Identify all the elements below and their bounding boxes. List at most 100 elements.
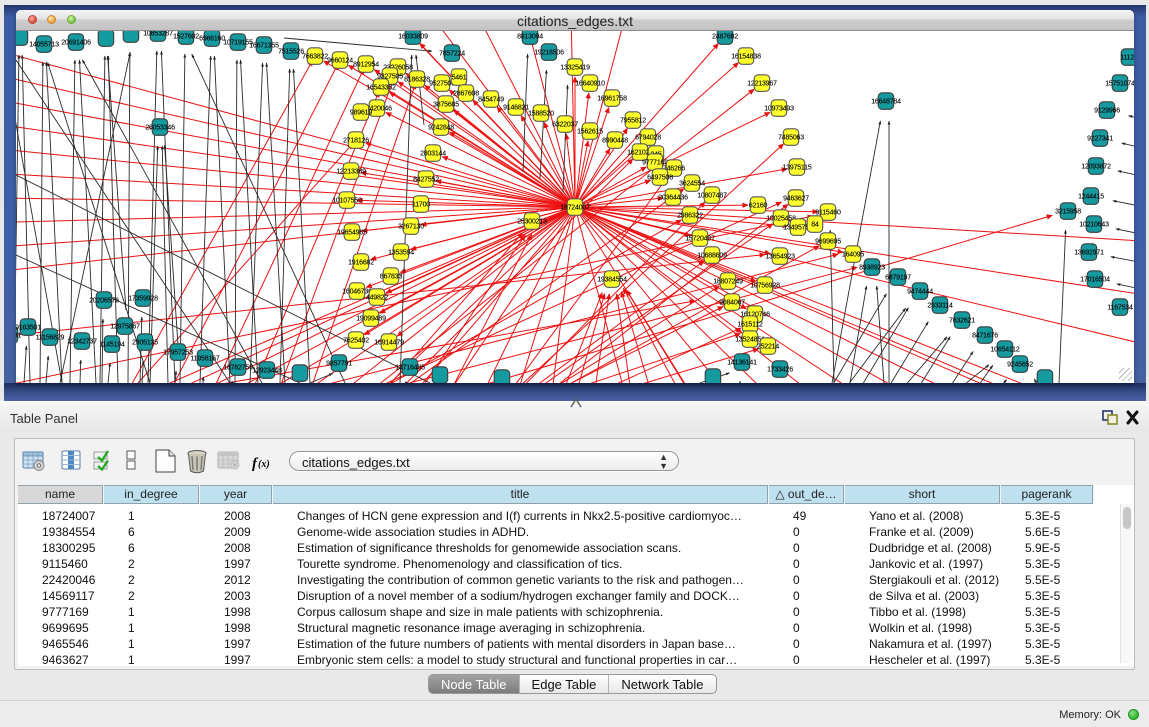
svg-text:25300213: 25300213 (517, 218, 547, 225)
svg-text:15720407: 15720407 (685, 235, 715, 242)
svg-text:8938923: 8938923 (859, 264, 885, 271)
svg-text:10807487: 10807487 (697, 192, 727, 199)
svg-text:26053346: 26053346 (145, 124, 175, 131)
svg-text:8454749: 8454749 (478, 96, 504, 103)
svg-text:19384554: 19384554 (597, 276, 627, 283)
svg-text:17957253: 17957253 (163, 349, 193, 356)
svg-text:7663822: 7663822 (302, 53, 328, 60)
svg-text:1733426: 1733426 (767, 366, 793, 373)
svg-text:12923448: 12923448 (252, 367, 282, 374)
svg-text:13325419: 13325419 (560, 64, 590, 71)
svg-text:13692971: 13692971 (1074, 249, 1104, 256)
svg-text:16782759: 16782759 (223, 364, 253, 371)
svg-text:10688609: 10688609 (697, 252, 727, 259)
svg-text:13654923: 13654923 (765, 253, 795, 260)
svg-text:14055713: 14055713 (29, 41, 59, 48)
svg-text:2933114: 2933114 (927, 302, 953, 309)
svg-text:19654985: 19654985 (337, 229, 367, 236)
svg-text:16648784: 16648784 (871, 98, 901, 105)
svg-text:20364436: 20364436 (658, 194, 688, 201)
svg-text:6966160: 6966160 (199, 35, 225, 42)
svg-text:9857791: 9857791 (326, 360, 352, 367)
svg-text:11700: 11700 (412, 201, 430, 208)
svg-text:2718126: 2718126 (343, 137, 369, 144)
svg-text:9463627: 9463627 (783, 195, 809, 202)
svg-text:16671355: 16671355 (249, 42, 279, 49)
svg-text:2905135: 2905135 (132, 339, 158, 346)
svg-text:19099489: 19099489 (356, 315, 386, 322)
svg-text:9227341: 9227341 (1087, 135, 1113, 142)
svg-text:10107550: 10107550 (332, 197, 362, 204)
svg-text:10973493: 10973493 (764, 105, 794, 112)
svg-text:252214: 252214 (757, 343, 779, 350)
svg-text:10853287: 10853287 (143, 31, 173, 37)
svg-text:20206576: 20206576 (89, 297, 119, 304)
svg-text:7955812: 7955812 (620, 117, 646, 124)
svg-text:12975867: 12975867 (110, 323, 140, 330)
svg-text:11123: 11123 (1120, 54, 1134, 61)
svg-text:1527602: 1527602 (173, 33, 199, 40)
svg-text:6879197: 6879197 (885, 274, 911, 281)
svg-text:16640910: 16640910 (575, 80, 605, 87)
svg-text:9163501: 9163501 (16, 324, 41, 331)
svg-text:1244415: 1244415 (1078, 193, 1104, 200)
svg-text:(x): (x) (258, 459, 270, 470)
svg-text:6794028: 6794028 (635, 134, 661, 141)
svg-text:9146821: 9146821 (503, 104, 529, 111)
svg-text:8990448: 8990448 (602, 137, 628, 144)
svg-text:16154838: 16154838 (731, 53, 761, 60)
svg-text:8912954: 8912954 (353, 61, 379, 68)
svg-text:9242848: 9242848 (428, 124, 454, 131)
svg-text:7632621: 7632621 (949, 317, 975, 324)
svg-text:1167534: 1167534 (1107, 304, 1133, 311)
svg-text:11958167: 11958167 (190, 355, 219, 362)
svg-text:867833: 867833 (380, 273, 402, 280)
svg-text:10756928: 10756928 (750, 282, 780, 289)
svg-text:2986322: 2986322 (677, 212, 703, 219)
svg-text:17359928: 17359928 (128, 295, 158, 302)
svg-text:11156829: 11156829 (36, 334, 65, 341)
svg-text:164095: 164095 (842, 251, 864, 258)
svg-text:8427552: 8427552 (413, 176, 439, 183)
svg-text:3875685: 3875685 (433, 101, 459, 108)
svg-text:7857224: 7857224 (439, 50, 465, 57)
svg-text:989619: 989619 (350, 109, 372, 116)
svg-text:9129966: 9129966 (1094, 107, 1120, 114)
svg-text:19218506: 19218506 (534, 49, 564, 56)
svg-text:15751074: 15751074 (1105, 80, 1134, 87)
svg-text:3624554: 3624554 (679, 180, 705, 187)
svg-text:62160: 62160 (749, 202, 768, 209)
svg-text:12093872: 12093872 (1081, 163, 1111, 170)
svg-text:7625402: 7625402 (343, 337, 369, 344)
svg-text:10654112: 10654112 (990, 346, 1019, 353)
svg-text:84: 84 (811, 221, 819, 228)
svg-text:449822: 449822 (366, 294, 388, 301)
svg-text:2487682: 2487682 (712, 33, 738, 40)
svg-text:3215958: 3215958 (1055, 208, 1081, 215)
svg-text:2867608: 2867608 (453, 90, 479, 97)
svg-text:9699695: 9699695 (815, 238, 841, 245)
svg-text:18807249: 18807249 (713, 278, 743, 285)
svg-text:12213389: 12213389 (336, 168, 366, 175)
svg-text:13716485: 13716485 (395, 364, 425, 371)
svg-text:9474444: 9474444 (907, 288, 933, 295)
svg-text:16033809: 16033809 (398, 33, 428, 40)
svg-text:16914479: 16914479 (374, 339, 404, 346)
svg-text:18724007: 18724007 (560, 204, 590, 211)
svg-text:10210643: 10210643 (1079, 221, 1109, 228)
svg-text:1916682: 1916682 (348, 259, 374, 266)
svg-text:16543362: 16543362 (366, 84, 396, 91)
svg-text:6322037: 6322037 (552, 121, 578, 128)
svg-text:7515526: 7515526 (278, 48, 304, 55)
svg-text:12342737: 12342737 (67, 338, 97, 345)
svg-text:9245652: 9245652 (1007, 361, 1033, 368)
svg-text:1562615: 1562615 (577, 128, 603, 135)
svg-text:13975115: 13975115 (782, 164, 811, 171)
svg-text:8471676: 8471676 (972, 332, 998, 339)
svg-text:3267130: 3267130 (398, 223, 424, 230)
svg-text:1353594: 1353594 (388, 249, 414, 256)
svg-text:2803144: 2803144 (420, 150, 446, 157)
svg-text:12213967: 12213967 (747, 80, 777, 87)
svg-text:1145194: 1145194 (99, 341, 125, 348)
svg-text:9660124: 9660124 (327, 57, 353, 64)
